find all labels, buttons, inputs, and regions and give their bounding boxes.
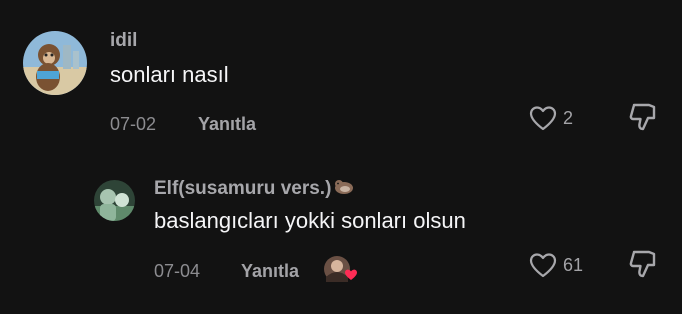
comment-username[interactable]: Elf(susamuru vers.) [154, 176, 355, 202]
creator-liked-avatar-heart-icon [323, 255, 359, 290]
like-count: 61 [563, 254, 584, 275]
like-button[interactable]: 61 [529, 252, 583, 278]
comment-text: baslangıcları yokki sonları olsun [154, 208, 466, 233]
heart-icon [529, 253, 557, 278]
otter-emoji-icon [333, 176, 355, 202]
comment-date: 07-02 [110, 114, 157, 134]
like-count: 2 [563, 107, 574, 128]
comment-date: 07-04 [154, 261, 201, 281]
like-button[interactable]: 2 [529, 105, 573, 131]
reply-button[interactable]: Yanıtla [198, 114, 256, 135]
comment-text: sonları nasıl [110, 62, 229, 87]
dislike-button[interactable] [628, 102, 660, 137]
dislike-button[interactable] [628, 249, 660, 284]
heart-icon [529, 106, 557, 131]
avatar[interactable] [94, 180, 135, 221]
reply-button[interactable]: Yanıtla [241, 261, 299, 282]
comment-username[interactable]: idil [110, 30, 137, 52]
avatar[interactable] [23, 31, 87, 95]
thumbs-down-icon [629, 103, 656, 131]
thumbs-down-icon [629, 250, 656, 278]
